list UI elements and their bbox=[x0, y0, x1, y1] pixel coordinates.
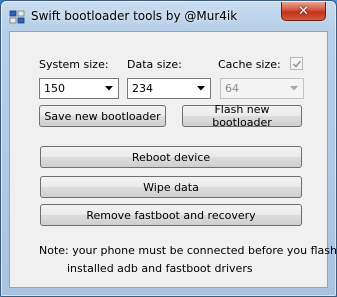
app-window: Swift bootloader tools by @Mur4ik ✕ Syst… bbox=[0, 0, 337, 297]
cache-size-label: Cache size: bbox=[218, 58, 281, 71]
system-size-value: 150 bbox=[44, 82, 65, 95]
cache-size-value: 64 bbox=[225, 82, 239, 95]
app-icon bbox=[9, 9, 25, 25]
cache-size-checkbox[interactable] bbox=[290, 57, 303, 70]
chevron-down-icon[interactable] bbox=[193, 80, 209, 97]
chevron-down-icon[interactable] bbox=[101, 80, 117, 97]
form-body: System size: Data size: Cache size: 150 … bbox=[9, 31, 337, 288]
checkmark-icon bbox=[292, 59, 301, 68]
cache-size-select[interactable]: 64 bbox=[220, 78, 304, 99]
system-size-label: System size: bbox=[39, 58, 109, 71]
save-bootloader-button[interactable]: Save new bootloader bbox=[39, 105, 166, 127]
remove-fastboot-button[interactable]: Remove fastboot and recovery bbox=[40, 204, 302, 226]
window-title: Swift bootloader tools by @Mur4ik bbox=[31, 9, 238, 23]
system-size-select[interactable]: 150 bbox=[39, 78, 119, 99]
data-size-label: Data size: bbox=[127, 58, 182, 71]
data-size-value: 234 bbox=[132, 82, 153, 95]
wipe-data-button[interactable]: Wipe data bbox=[40, 176, 302, 198]
close-icon: ✕ bbox=[298, 3, 309, 19]
note-line-2: installed adb and fastboot drivers bbox=[67, 262, 253, 275]
reboot-device-button[interactable]: Reboot device bbox=[40, 146, 302, 168]
title-bar[interactable]: Swift bootloader tools by @Mur4ik ✕ bbox=[1, 1, 336, 31]
note-line-1: Note: your phone must be connected befor… bbox=[39, 244, 337, 257]
close-button[interactable]: ✕ bbox=[281, 2, 326, 21]
chevron-down-icon[interactable] bbox=[286, 80, 302, 97]
flash-bootloader-button[interactable]: Flash new bootloader bbox=[182, 103, 302, 129]
data-size-select[interactable]: 234 bbox=[127, 78, 211, 99]
